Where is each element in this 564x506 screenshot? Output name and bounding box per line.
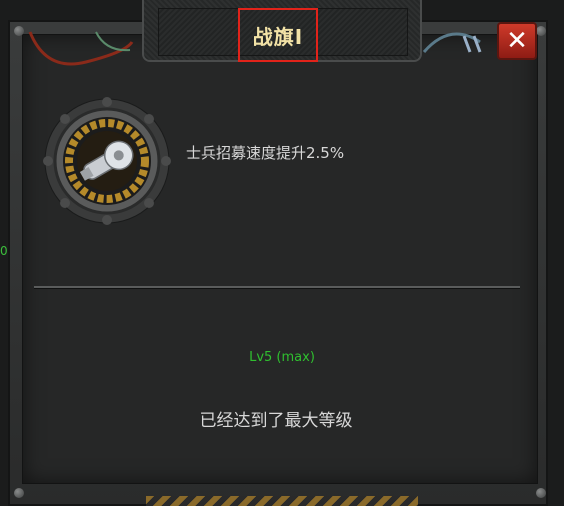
dialog-title: 战旗I: [252, 24, 304, 49]
title-highlight: 战旗I: [238, 8, 318, 62]
whistle-icon: [43, 97, 171, 225]
rivet: [14, 488, 24, 498]
wire-decoration: [422, 32, 482, 53]
close-icon: ✕: [506, 26, 528, 56]
level-label: Lv5 (max): [249, 350, 315, 365]
rivet: [536, 26, 546, 36]
side-value: 0: [0, 244, 8, 258]
divider: [34, 286, 520, 289]
rivet: [14, 26, 24, 36]
close-button[interactable]: ✕: [497, 22, 537, 60]
buff-effect-text: 士兵招募速度提升2.5%: [186, 144, 345, 162]
rivet: [536, 488, 546, 498]
wire-decoration: [28, 31, 134, 66]
max-level-message: 已经达到了最大等级: [199, 411, 353, 431]
bottom-stripe: [146, 496, 418, 506]
